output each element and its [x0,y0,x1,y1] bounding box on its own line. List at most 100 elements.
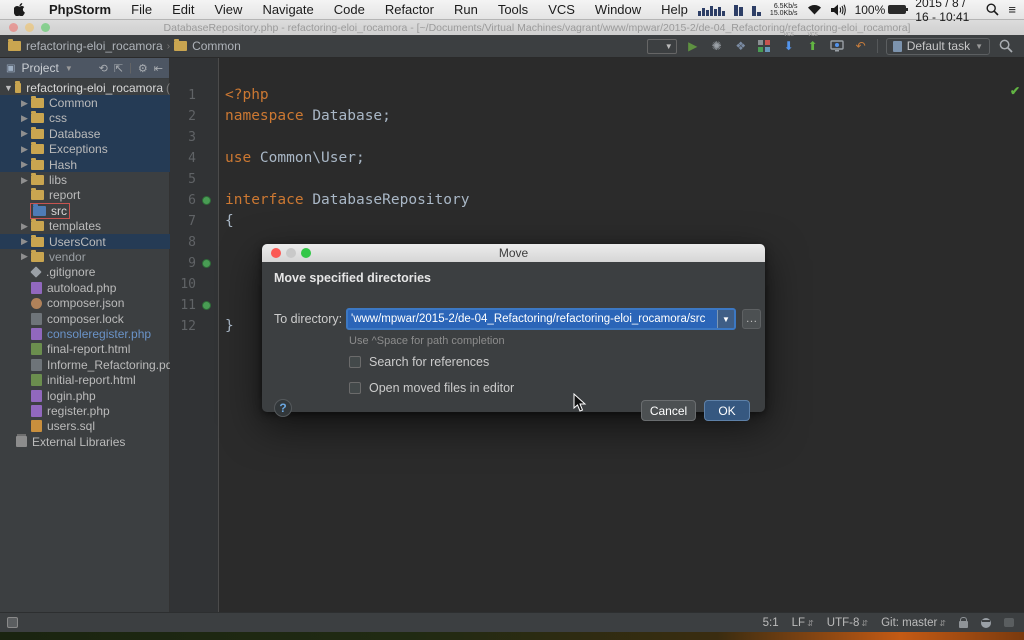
diagram-icon[interactable] [757,38,773,54]
tree-item-exceptions[interactable]: ▶Exceptions [0,142,170,157]
tree-item-root[interactable]: ▼ refactoring-eloi_rocamora ( [0,80,170,95]
tree-item-report[interactable]: report [0,188,170,203]
dialog-zoom-icon[interactable] [301,248,311,258]
tree-item-consoleregister[interactable]: consoleregister.php [0,326,170,341]
run-config-dropdown[interactable]: ▼ [647,39,677,54]
open-moved-files-checkbox[interactable]: Open moved files in editor [349,381,514,395]
hide-panel-icon[interactable]: ⇤ [154,62,163,75]
inspection-status-icon[interactable]: ✔ [1010,84,1020,98]
browse-button[interactable]: … [742,309,761,329]
checkbox-icon[interactable] [349,356,361,368]
run-icon[interactable]: ▶ [685,38,701,54]
vcs-update-icon[interactable]: VCS⬇ [781,38,797,54]
sync-icon[interactable]: ⟲ [99,62,108,75]
disk-widget[interactable] [752,4,761,16]
tree-item-final-report[interactable]: final-report.html [0,342,170,357]
expand-arrow-icon[interactable]: ▶ [18,221,31,232]
checkbox-icon[interactable] [349,382,361,394]
encoding-selector[interactable]: UTF-8⇵ [827,617,868,629]
menu-refactor[interactable]: Refactor [375,2,444,17]
battery-indicator[interactable]: 100% [855,3,907,17]
menu-view[interactable]: View [204,2,252,17]
close-window-icon[interactable] [9,23,18,32]
tree-item-src[interactable]: src [0,203,170,218]
wifi-icon[interactable] [807,4,822,15]
directory-path-value[interactable]: 'www/mpwar/2015-2/de-04_Refactoring/refa… [348,313,717,325]
help-button[interactable]: ? [274,399,292,417]
network-speed-widget[interactable]: 6.5Kb/s 15.0Kb/s [770,3,798,17]
expand-arrow-icon[interactable]: ▶ [18,144,31,155]
tree-item-common[interactable]: ▶Common [0,95,170,110]
spotlight-search-icon[interactable] [986,3,999,16]
minimize-window-icon[interactable] [25,23,34,32]
menu-phpstorm[interactable]: PhpStorm [39,2,121,17]
menu-vcs[interactable]: VCS [538,2,585,17]
tree-item-hash[interactable]: ▶Hash [0,157,170,172]
menu-file[interactable]: File [121,2,162,17]
menu-window[interactable]: Window [585,2,651,17]
implemented-marker-icon[interactable] [202,301,211,310]
toolwindow-switcher-icon[interactable] [7,617,18,628]
expand-arrow-icon[interactable]: ▶ [18,128,31,139]
breadcrumb-common[interactable]: Common [174,39,241,53]
readonly-lock-icon[interactable] [959,621,968,628]
git-branch-selector[interactable]: Git: master⇵ [881,617,946,629]
breadcrumb-project[interactable]: refactoring-eloi_rocamora [8,39,163,53]
menu-edit[interactable]: Edit [162,2,204,17]
coverage-icon[interactable]: ✺ [709,38,725,54]
collapse-all-icon[interactable]: ⇱ [114,62,123,75]
expand-arrow-icon[interactable]: ▶ [18,251,31,262]
tree-item-users-sql[interactable]: users.sql [0,419,170,434]
expand-arrow-icon[interactable]: ▶ [18,98,31,109]
directory-combobox[interactable]: 'www/mpwar/2015-2/de-04_Refactoring/refa… [346,308,736,330]
tree-item-libs[interactable]: ▶libs [0,172,170,187]
expand-arrow-icon[interactable]: ▶ [18,159,31,170]
tree-item-login[interactable]: login.php [0,388,170,403]
apple-menu-icon[interactable] [14,3,25,16]
tree-item-database[interactable]: ▶Database [0,126,170,141]
tree-item-external-libraries[interactable]: External Libraries [0,434,170,449]
gear-icon[interactable]: ⚙ [138,62,148,75]
expand-arrow-icon[interactable]: ▶ [18,113,31,124]
menu-run[interactable]: Run [444,2,488,17]
task-dropdown[interactable]: Default task ▼ [886,38,990,55]
dialog-close-icon[interactable] [271,248,281,258]
search-everywhere-icon[interactable] [998,38,1014,54]
cpu-history-widget[interactable] [698,4,725,16]
menu-code[interactable]: Code [324,2,375,17]
combobox-dropdown-icon[interactable]: ▼ [717,310,734,328]
expand-arrow-icon[interactable]: ▶ [18,175,31,186]
tree-item-gitignore[interactable]: .gitignore [0,265,170,280]
tree-item-composer-json[interactable]: composer.json [0,295,170,310]
tree-item-register[interactable]: register.php [0,403,170,418]
tree-item-userscont[interactable]: ▶UsersCont [0,234,170,249]
implemented-marker-icon[interactable] [202,196,211,205]
zoom-window-icon[interactable] [41,23,50,32]
tree-item-initial-report[interactable]: initial-report.html [0,372,170,387]
vcs-commit-icon[interactable]: VCS⬆ [805,38,821,54]
implemented-marker-icon[interactable] [202,259,211,268]
tree-item-vendor[interactable]: ▶vendor [0,249,170,264]
vcs-changes-icon[interactable] [829,38,845,54]
line-separator-selector[interactable]: LF⇵ [792,617,814,629]
tree-item-css[interactable]: ▶css [0,111,170,126]
menu-tools[interactable]: Tools [488,2,538,17]
memory-widget[interactable] [734,4,743,16]
settings-layers-icon[interactable]: ❖ [733,38,749,54]
event-log-icon[interactable] [1004,618,1014,627]
caret-position[interactable]: 5:1 [763,617,779,629]
tree-item-autoload[interactable]: autoload.php [0,280,170,295]
notification-center-icon[interactable]: ≡ [1008,2,1016,17]
ok-button[interactable]: OK [704,400,750,421]
hector-inspector-icon[interactable] [981,618,991,628]
expand-arrow-icon[interactable]: ▶ [18,236,31,247]
chevron-down-icon[interactable]: ▼ [65,64,73,73]
tree-item-templates[interactable]: ▶templates [0,219,170,234]
collapse-arrow-icon[interactable]: ▼ [2,83,15,93]
revert-icon[interactable]: ↶ [853,38,869,54]
tree-item-composer-lock[interactable]: composer.lock [0,311,170,326]
menu-bar-clock[interactable]: 2015 / 8 / 16 - 10:41 [915,0,977,24]
tree-item-informe-pdf[interactable]: Informe_Refactoring.pdf [0,357,170,372]
menu-navigate[interactable]: Navigate [252,2,323,17]
search-for-references-checkbox[interactable]: Search for references [349,355,489,369]
